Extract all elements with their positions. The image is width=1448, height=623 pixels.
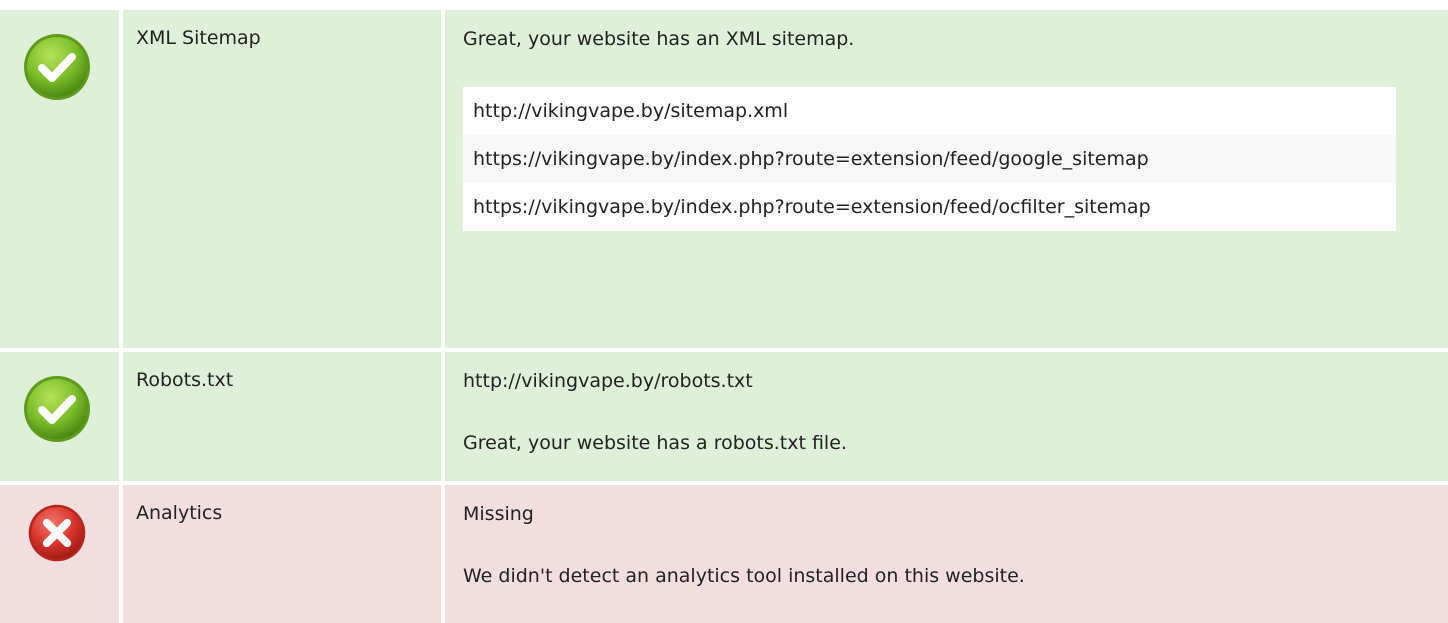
check-label-cell: Analytics (123, 485, 441, 623)
cross-icon (28, 504, 86, 562)
check-row-robots-txt: Robots.txt http://vikingvape.by/robots.t… (0, 352, 1448, 481)
check-message: We didn't detect an analytics tool insta… (463, 565, 1025, 587)
status-cell (0, 10, 119, 348)
check-icon (24, 376, 90, 442)
sitemap-url: http://vikingvape.by/sitemap.xml (463, 87, 1396, 135)
check-message: Great, your website has an XML sitemap. (463, 28, 855, 50)
sitemap-url-list: http://vikingvape.by/sitemap.xml https:/… (463, 87, 1396, 231)
status-cell (0, 485, 119, 623)
check-content-cell: Great, your website has an XML sitemap. … (445, 10, 1448, 348)
check-label-cell: XML Sitemap (123, 10, 441, 348)
check-label: Analytics (136, 502, 223, 524)
check-content-cell: Missing We didn't detect an analytics to… (445, 485, 1448, 623)
sitemap-url: https://vikingvape.by/index.php?route=ex… (463, 183, 1396, 231)
sitemap-url: https://vikingvape.by/index.php?route=ex… (463, 135, 1396, 183)
check-label: XML Sitemap (136, 27, 261, 49)
check-label: Robots.txt (136, 369, 234, 391)
check-content-cell: http://vikingvape.by/robots.txt Great, y… (445, 352, 1448, 481)
check-row-xml-sitemap: XML Sitemap Great, your website has an X… (0, 10, 1448, 348)
status-cell (0, 352, 119, 481)
check-message: Great, your website has a robots.txt fil… (463, 432, 847, 454)
robots-url: http://vikingvape.by/robots.txt (463, 370, 753, 392)
check-icon (24, 34, 90, 100)
check-label-cell: Robots.txt (123, 352, 441, 481)
check-row-analytics: Analytics Missing We didn't detect an an… (0, 485, 1448, 623)
analytics-status: Missing (463, 503, 534, 525)
